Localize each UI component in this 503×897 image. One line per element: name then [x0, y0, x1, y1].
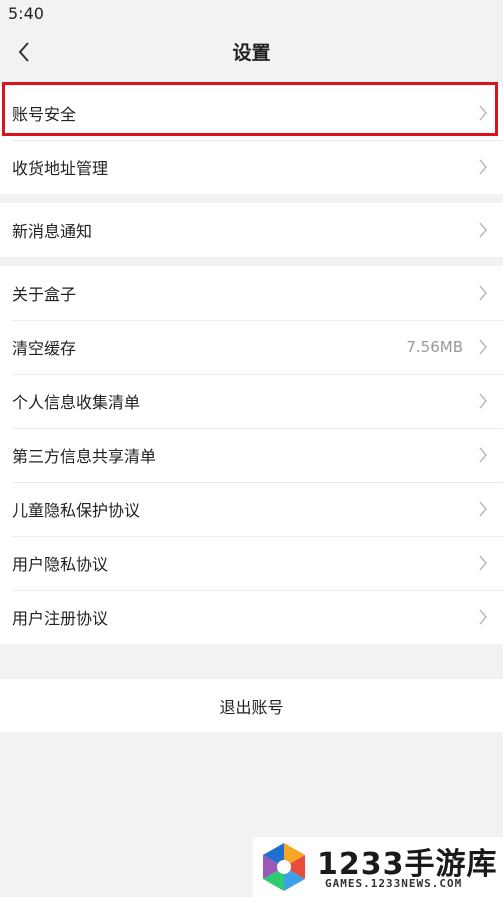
settings-item-label: 个人信息收集清单 [12, 393, 141, 412]
chevron-right-icon [477, 554, 489, 572]
settings-item-label: 关于盒子 [12, 285, 77, 304]
settings-item-label: 收货地址管理 [12, 159, 109, 178]
settings-group-about: 关于盒子 清空缓存 7.56MB 个人信息收集清单 第三方信息共享清单 儿童隐私… [0, 266, 503, 644]
chevron-right-icon [477, 284, 489, 302]
settings-item-label: 新消息通知 [12, 222, 93, 241]
settings-item-label: 用户注册协议 [12, 609, 109, 628]
settings-item-child-privacy[interactable]: 儿童隐私保护协议 [0, 482, 503, 536]
nav-bar: 设置 [0, 28, 503, 76]
settings-item-user-agreement[interactable]: 用户注册协议 [0, 590, 503, 644]
status-time: 5:40 [8, 4, 44, 23]
watermark-url: GAMES.1233NEWS.COM [325, 877, 463, 890]
chevron-right-icon [477, 221, 489, 239]
chevron-right-icon [477, 338, 489, 356]
chevron-right-icon [477, 608, 489, 626]
settings-item-third-party-list[interactable]: 第三方信息共享清单 [0, 428, 503, 482]
status-bar: 5:40 [0, 0, 503, 28]
page-title: 设置 [232, 42, 271, 64]
chevron-right-icon [477, 500, 489, 518]
chevron-right-icon [477, 392, 489, 410]
settings-item-label: 儿童隐私保护协议 [12, 501, 141, 520]
chevron-right-icon [477, 446, 489, 464]
logout-label: 退出账号 [219, 697, 284, 717]
settings-item-notifications[interactable]: 新消息通知 [0, 203, 503, 257]
settings-group-notifications: 新消息通知 [0, 203, 503, 257]
settings-item-address[interactable]: 收货地址管理 [0, 140, 503, 194]
settings-item-about[interactable]: 关于盒子 [0, 266, 503, 320]
chevron-right-icon [477, 104, 489, 122]
settings-item-label: 账号安全 [12, 105, 77, 124]
cache-size-value: 7.56MB [406, 338, 463, 356]
settings-item-account-security[interactable]: 账号安全 [0, 86, 503, 140]
settings-item-label: 清空缓存 [12, 339, 77, 358]
watermark: 1233手游库 GAMES.1233NEWS.COM [253, 837, 503, 897]
settings-group-account: 账号安全 收货地址管理 [0, 86, 503, 194]
settings-item-user-privacy[interactable]: 用户隐私协议 [0, 536, 503, 590]
chevron-right-icon [477, 158, 489, 176]
logout-button[interactable]: 退出账号 [0, 679, 503, 732]
settings-item-personal-info-list[interactable]: 个人信息收集清单 [0, 374, 503, 428]
settings-item-clear-cache[interactable]: 清空缓存 7.56MB [0, 320, 503, 374]
settings-item-label: 第三方信息共享清单 [12, 447, 157, 466]
brand-logo-icon [263, 843, 305, 891]
settings-item-label: 用户隐私协议 [12, 555, 109, 574]
